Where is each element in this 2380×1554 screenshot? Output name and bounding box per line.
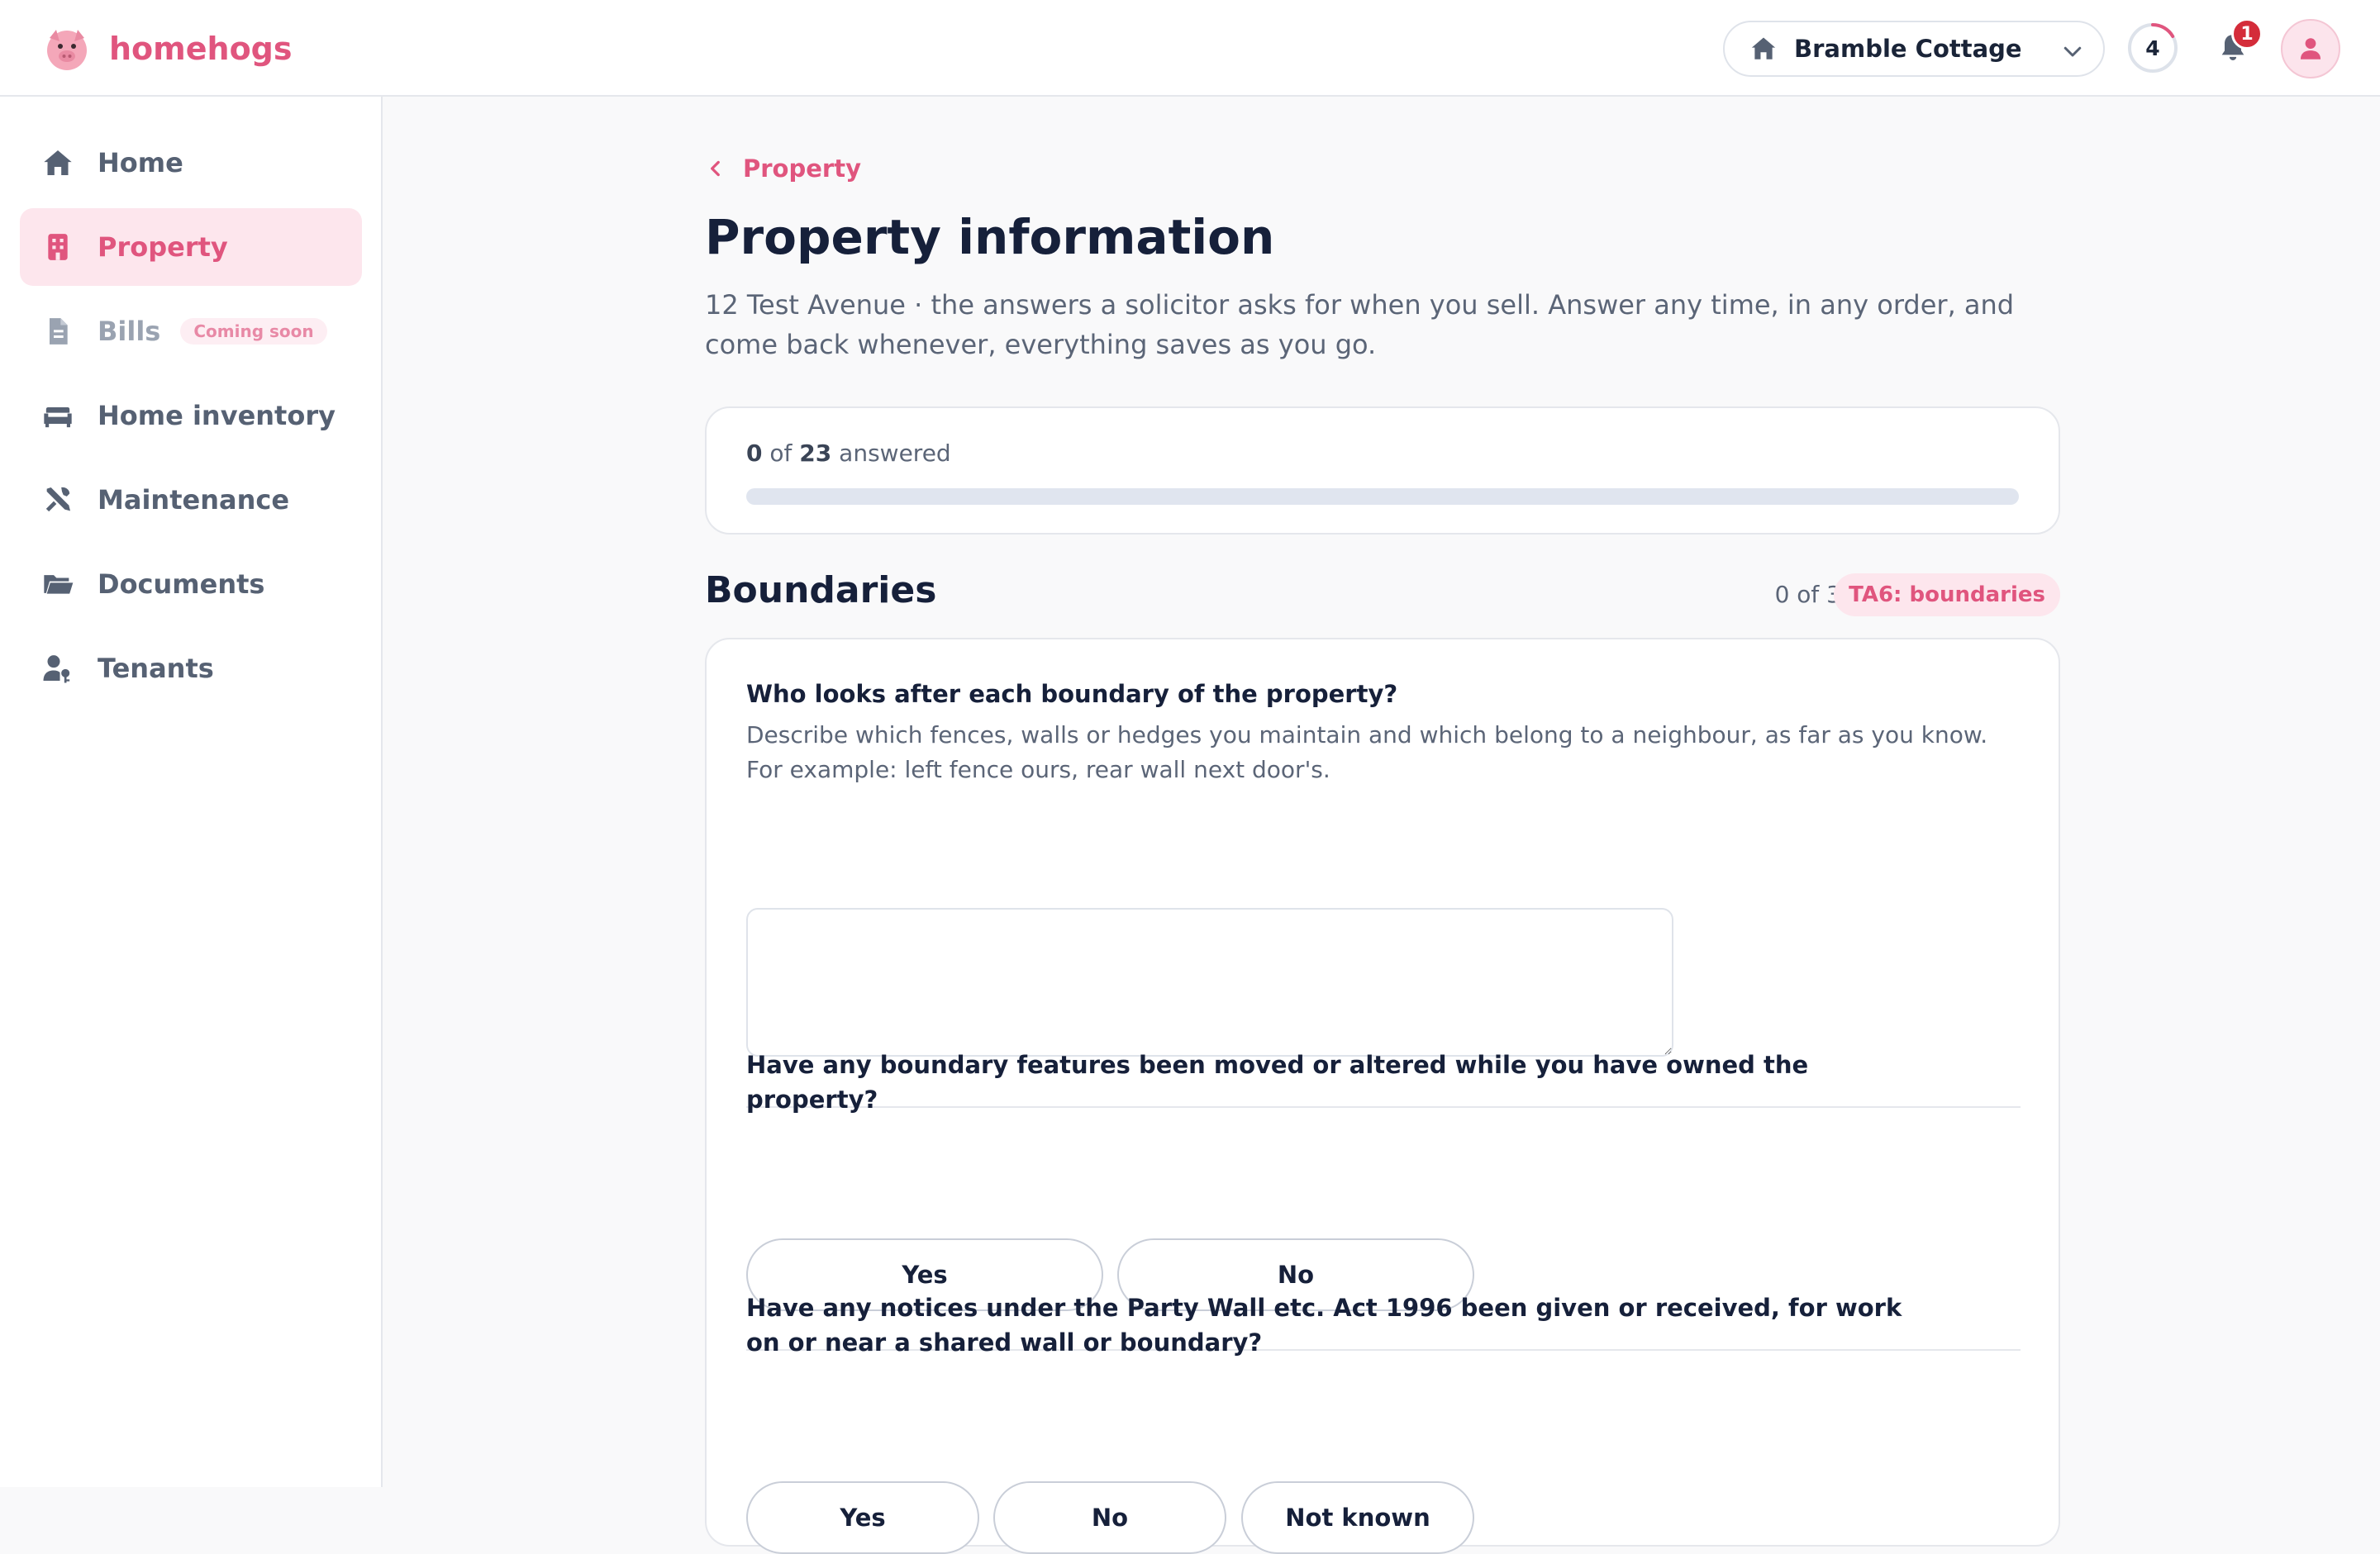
sidebar-item-label: Documents bbox=[98, 568, 265, 600]
tools-icon bbox=[45, 487, 70, 512]
pig-logo-icon bbox=[47, 30, 87, 70]
question-label-line: property? bbox=[746, 1086, 878, 1114]
section-title: Boundaries bbox=[705, 569, 937, 611]
answered-count: 0 bbox=[746, 440, 763, 467]
breadcrumb-back-link[interactable]: Property bbox=[705, 154, 861, 183]
progress-ring-button[interactable]: 4 bbox=[2126, 21, 2179, 74]
progress-summary: 0 of 23 answered bbox=[746, 440, 951, 467]
coming-soon-badge: Coming soon bbox=[180, 318, 327, 345]
question-label-line: Have any notices under the Party Wall et… bbox=[746, 1294, 1902, 1322]
sidebar-item-label: Maintenance bbox=[98, 484, 290, 516]
section-count: 0 of 3 bbox=[1774, 581, 1841, 608]
question-label-line: on or near a shared wall or boundary? bbox=[746, 1328, 1263, 1357]
page-subtitle: 12 Test Avenue · the answers a solicitor… bbox=[705, 289, 2015, 360]
sidebar-item-label: Tenants bbox=[98, 653, 214, 684]
page-title: Property information bbox=[705, 209, 1275, 265]
sidebar-item-tenants[interactable]: Tenants bbox=[20, 630, 362, 707]
breadcrumb-label: Property bbox=[743, 154, 861, 183]
sidebar-item-label: Home bbox=[98, 147, 183, 178]
total-count: 23 bbox=[799, 440, 832, 467]
progress-suffix: answered bbox=[839, 440, 951, 467]
question-help: Describe which fences, walls or hedges y… bbox=[746, 721, 1988, 748]
chevron-down-icon bbox=[2063, 46, 2082, 57]
sidebar-item-home[interactable]: Home bbox=[20, 124, 362, 202]
property-selector[interactable]: Bramble Cottage bbox=[1723, 21, 2105, 77]
question-label-line: Have any boundary features been moved or… bbox=[746, 1051, 1809, 1079]
option-not-known-button[interactable]: Not known bbox=[1241, 1481, 1474, 1554]
progress-card: 0 of 23 answered bbox=[705, 406, 2060, 535]
boundary-answer-textarea[interactable] bbox=[746, 908, 1673, 1057]
house-icon bbox=[1751, 37, 1776, 59]
progress-bar bbox=[746, 488, 2019, 505]
user-icon bbox=[2300, 38, 2321, 59]
question-label: Have any notices under the Party Wall et… bbox=[746, 1290, 1902, 1360]
progress-ring-count: 4 bbox=[2145, 36, 2160, 60]
option-yes-button[interactable]: Yes bbox=[746, 1481, 979, 1554]
question-help-example: For example: left fence ours, rear wall … bbox=[746, 756, 1330, 783]
sidebar-item-property[interactable]: Property bbox=[20, 208, 362, 286]
section-tag: TA6: boundaries bbox=[1834, 573, 2060, 616]
sidebar-item-label: Property bbox=[98, 231, 228, 263]
question-label: Who looks after each boundary of the pro… bbox=[746, 680, 1398, 708]
home-icon bbox=[44, 150, 72, 175]
progress-of-label: of bbox=[769, 440, 793, 467]
building-icon bbox=[48, 234, 68, 260]
top-bar: homehogs Bramble Cottage 4 1 bbox=[0, 0, 2380, 97]
sidebar-item-bills: Bills Coming soon bbox=[20, 292, 362, 370]
sidebar-item-label: Bills bbox=[98, 316, 161, 347]
sidebar: Home Property Bills Coming soon Home inv… bbox=[0, 97, 383, 1487]
notification-badge: 1 bbox=[2231, 18, 2263, 50]
sidebar-item-documents[interactable]: Documents bbox=[20, 545, 362, 623]
user-avatar-button[interactable] bbox=[2281, 19, 2340, 78]
folder-icon bbox=[44, 575, 74, 594]
brand-name: homehogs bbox=[109, 31, 293, 67]
sidebar-item-home-inventory[interactable]: Home inventory bbox=[20, 377, 362, 454]
option-no-button[interactable]: No bbox=[993, 1481, 1226, 1554]
couch-icon bbox=[44, 407, 72, 428]
file-icon bbox=[50, 318, 68, 345]
user-key-icon bbox=[43, 655, 70, 683]
question-label: Have any boundary features been moved or… bbox=[746, 1048, 1808, 1117]
sidebar-item-label: Home inventory bbox=[98, 400, 336, 431]
sidebar-item-maintenance[interactable]: Maintenance bbox=[20, 461, 362, 539]
brand-logo-link[interactable]: homehogs bbox=[43, 23, 293, 74]
property-selector-value: Bramble Cottage bbox=[1794, 35, 2022, 63]
questions-card: Who looks after each boundary of the pro… bbox=[705, 638, 2060, 1554]
chevron-left-icon bbox=[711, 160, 720, 177]
